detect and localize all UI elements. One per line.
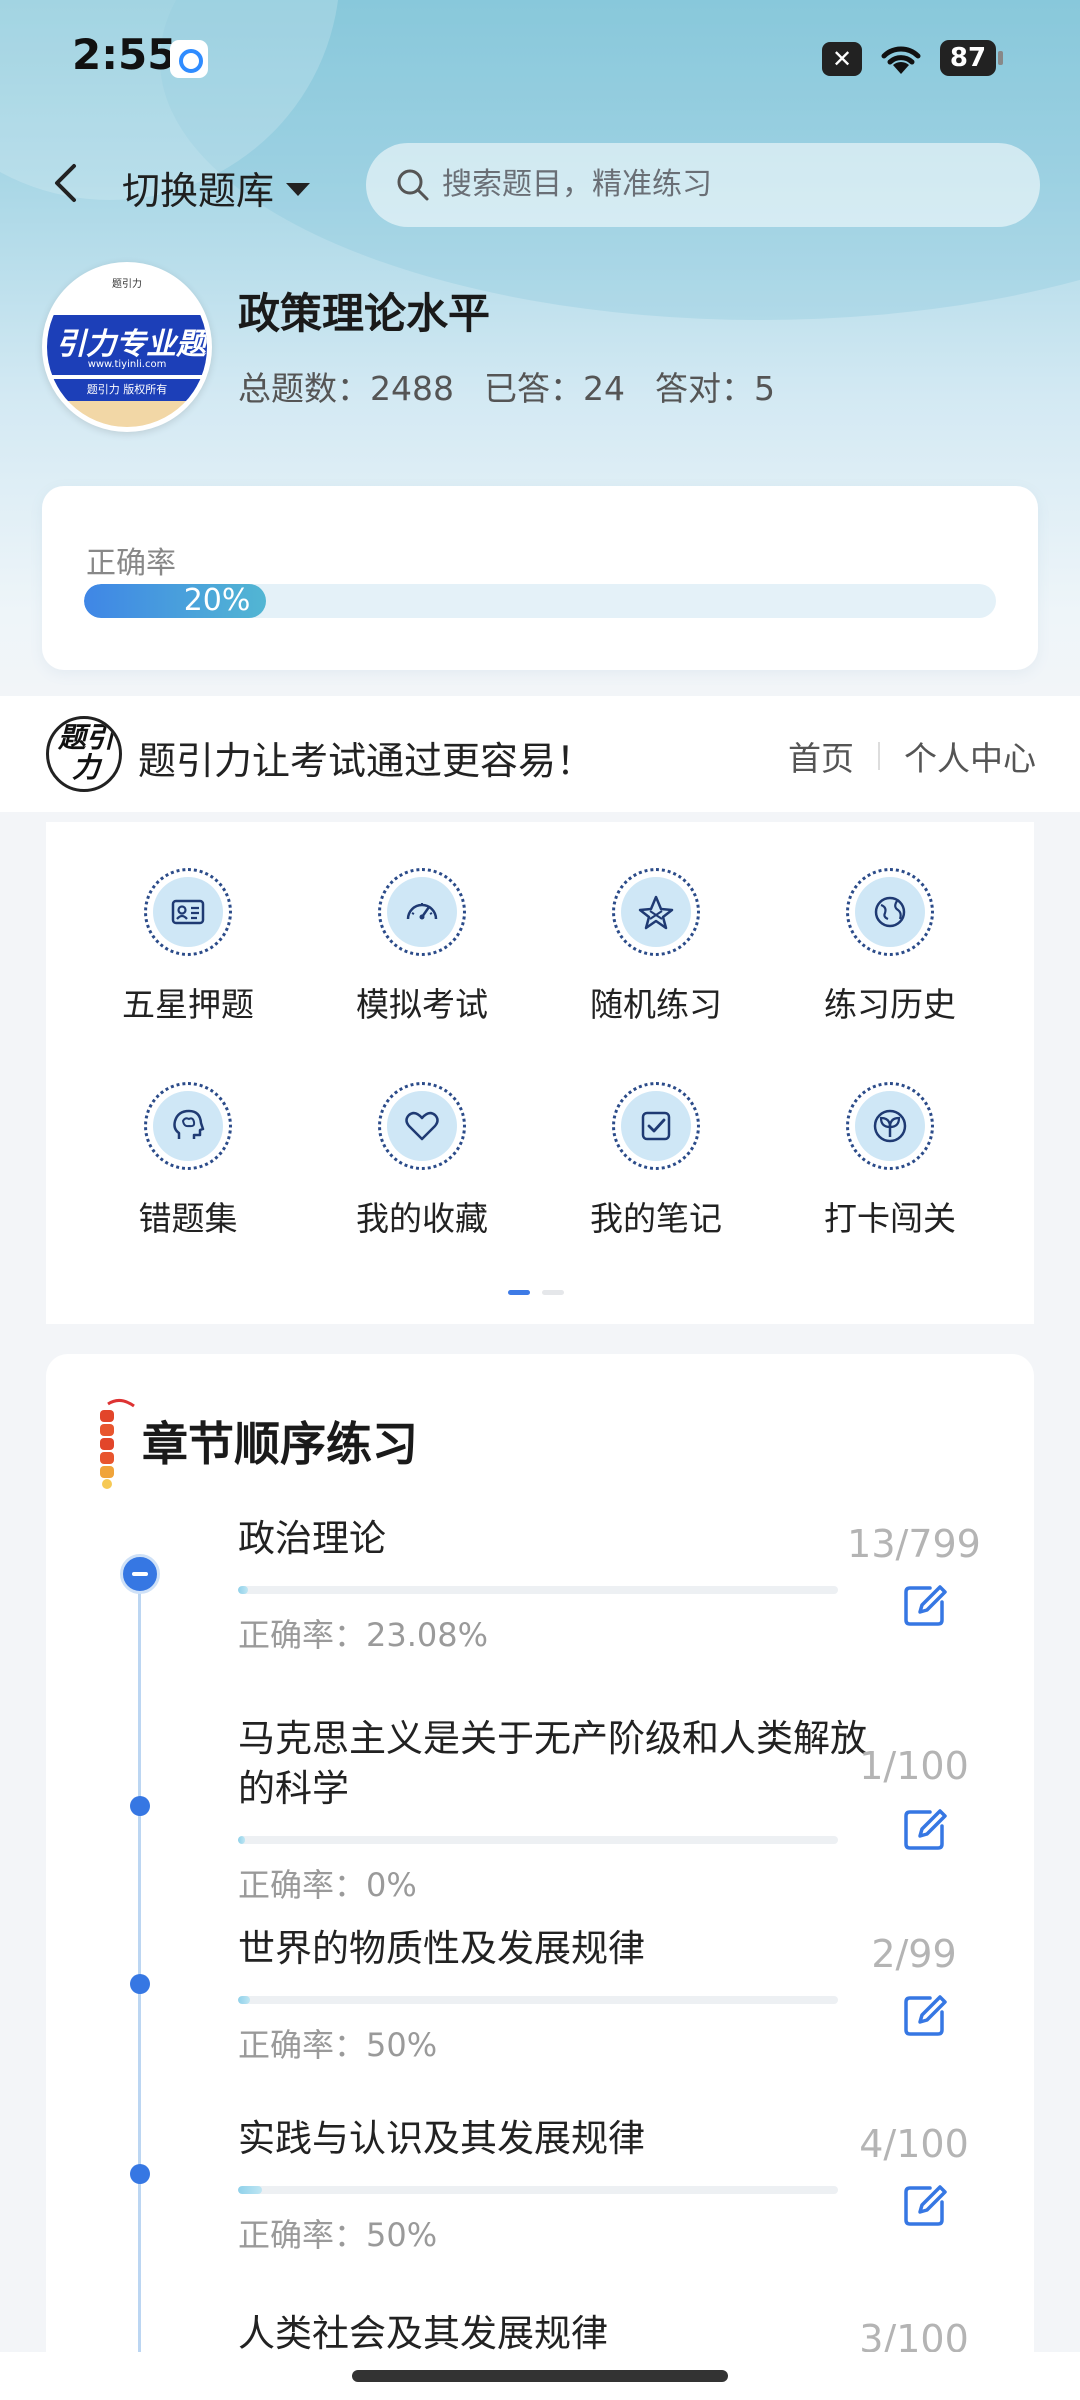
sprout-icon xyxy=(846,1082,934,1170)
back-icon[interactable] xyxy=(42,158,92,208)
timeline-node xyxy=(130,2164,150,2184)
bank-logo: 题引力 引力专业题 www.tiyinli.com 题引力 版权所有 xyxy=(42,262,212,432)
app-notification-icon xyxy=(170,40,208,78)
switch-bank-dropdown[interactable]: 切换题库 xyxy=(122,160,311,215)
function-item-2[interactable]: 模拟考试 xyxy=(322,824,522,1024)
edit-icon[interactable] xyxy=(900,2180,950,2230)
globe-icon xyxy=(846,868,934,956)
chapter-name: 世界的物质性及发展规律 xyxy=(238,1927,645,1970)
chapter-progress-bar xyxy=(238,1586,838,1594)
function-item-3[interactable]: 随机练习 xyxy=(556,824,756,1024)
function-label: 模拟考试 xyxy=(356,985,488,1024)
grid-pager xyxy=(508,1290,564,1295)
timeline-node xyxy=(130,1974,150,1994)
function-label: 我的收藏 xyxy=(356,1199,488,1238)
function-item-8[interactable]: 打卡闯关 xyxy=(790,1038,990,1238)
function-item-5[interactable]: 错题集 xyxy=(88,1038,288,1238)
chapter-section-title: 章节顺序练习 xyxy=(142,1417,418,1471)
function-label: 我的笔记 xyxy=(590,1199,722,1238)
chapter-progress-bar xyxy=(238,2186,838,2194)
chapter-count: 2/99 xyxy=(871,1932,957,1976)
chapter-name: 马克思主义是关于无产阶级和人类解放的科学 xyxy=(238,1717,867,1810)
chapter-accuracy: 正确率：50% xyxy=(238,2216,438,2254)
function-item-1[interactable]: 五星押题 xyxy=(88,824,288,1024)
home-link[interactable]: 首页 xyxy=(788,732,854,780)
promo-links: 首页 个人中心 xyxy=(788,732,1036,780)
function-label: 练习历史 xyxy=(824,985,956,1024)
home-indicator[interactable] xyxy=(352,2370,728,2382)
chapter-name: 政治理论 xyxy=(238,1517,386,1560)
chapter-progress-bar xyxy=(238,1996,838,2004)
accuracy-card: 正确率 20% xyxy=(42,486,1038,670)
function-item-7[interactable]: 我的笔记 xyxy=(556,1038,756,1238)
stat-answered: 已答：24 xyxy=(483,369,625,408)
link-divider xyxy=(878,742,880,770)
battery-indicator: 87 xyxy=(940,40,1003,76)
checked-note-icon xyxy=(612,1082,700,1170)
accuracy-label: 正确率 xyxy=(86,546,176,581)
bank-stats: 总题数：2488 已答：24 答对：5 xyxy=(238,362,775,410)
search-input[interactable] xyxy=(442,168,1002,202)
function-grid: 五星押题 模拟考试 随机练习 练习历史错题集 我的收藏 我的笔记 打卡闯关 xyxy=(46,822,1034,1324)
profile-link[interactable]: 个人中心 xyxy=(904,732,1036,780)
edit-icon[interactable] xyxy=(900,1804,950,1854)
firecracker-icon xyxy=(100,1399,135,1489)
heart-icon xyxy=(378,1082,466,1170)
switch-bank-label: 切换题库 xyxy=(122,169,275,213)
edit-icon[interactable] xyxy=(900,1990,950,2040)
chapter-name: 实践与认识及其发展规律 xyxy=(238,2117,645,2160)
caret-down-icon xyxy=(286,183,311,196)
chapter-count: 13/799 xyxy=(847,1522,981,1566)
function-item-4[interactable]: 练习历史 xyxy=(790,824,990,1024)
function-item-6[interactable]: 我的收藏 xyxy=(322,1038,522,1238)
chapter-progress-bar xyxy=(238,1836,838,1844)
stat-correct: 答对：5 xyxy=(654,369,775,408)
chapter-accuracy: 正确率：0% xyxy=(238,1866,417,1904)
chapter-count: 4/100 xyxy=(859,2122,969,2166)
status-bar: 2:55 ✕ 87 xyxy=(0,0,1080,120)
accuracy-percent: 20% xyxy=(183,584,251,618)
pager-dot-2[interactable] xyxy=(542,1290,564,1295)
status-time: 2:55 xyxy=(72,30,177,79)
promo-bar: 题引力 题引力让考试通过更容易！ 首页 个人中心 xyxy=(0,696,1080,812)
head-brain-icon xyxy=(144,1082,232,1170)
stat-total: 总题数：2488 xyxy=(238,369,454,408)
function-label: 随机练习 xyxy=(590,985,722,1024)
search-bar[interactable] xyxy=(366,143,1040,227)
function-label: 错题集 xyxy=(138,1199,238,1238)
function-label: 打卡闯关 xyxy=(824,1199,956,1238)
function-label: 五星押题 xyxy=(122,985,254,1024)
edit-icon[interactable] xyxy=(900,1580,950,1630)
chapter-practice-card: 章节顺序练习 政治理论正确率：23.08% 13/799 马克思主义是关于无产阶级和… xyxy=(46,1354,1034,2400)
wifi-icon xyxy=(881,46,921,74)
pager-dot-1[interactable] xyxy=(508,1290,530,1295)
random-star-icon xyxy=(612,868,700,956)
search-icon xyxy=(397,169,429,201)
timeline-node xyxy=(130,1796,150,1816)
speedometer-icon xyxy=(378,868,466,956)
collapse-icon[interactable] xyxy=(120,1554,160,1594)
chapter-count: 1/100 xyxy=(859,1744,969,1788)
bank-title: 政策理论水平 xyxy=(238,289,491,338)
promo-logo: 题引力 xyxy=(46,716,122,792)
id-card-icon xyxy=(144,868,232,956)
chapter-accuracy: 正确率：50% xyxy=(238,2026,438,2064)
promo-slogan: 题引力让考试通过更容易！ xyxy=(138,739,595,783)
accuracy-progress-bar: 20% xyxy=(84,584,996,618)
chapter-accuracy: 正确率：23.08% xyxy=(238,1616,489,1654)
sim-x-icon: ✕ xyxy=(822,42,862,76)
